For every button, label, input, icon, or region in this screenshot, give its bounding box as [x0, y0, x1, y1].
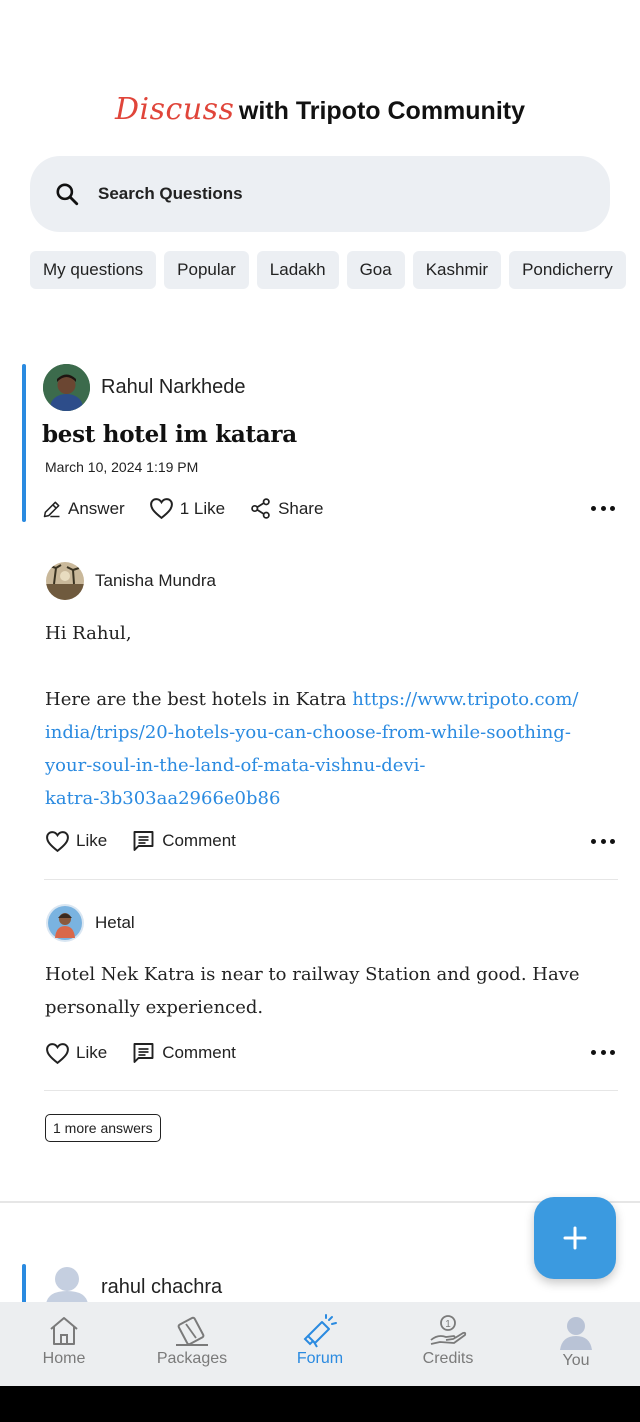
question-accent-bar — [22, 364, 26, 522]
nav-credits-label: Credits — [422, 1350, 474, 1367]
chip-popular[interactable]: Popular — [164, 251, 249, 289]
comment-label: Comment — [162, 831, 236, 850]
chip-ladakh[interactable]: Ladakh — [256, 251, 339, 289]
more-options-icon[interactable] — [591, 1049, 615, 1057]
question-actions: Answer 1 Like Share — [42, 497, 347, 520]
default-user-icon — [46, 1267, 88, 1304]
nav-credits[interactable]: 1 Credits — [384, 1302, 512, 1386]
comment-icon — [133, 1043, 154, 1063]
heart-icon — [149, 498, 173, 520]
avatar-photo — [46, 904, 84, 942]
nav-packages[interactable]: Packages — [128, 1302, 256, 1386]
avatar[interactable] — [44, 1264, 90, 1304]
system-navigation-bar — [0, 1386, 640, 1422]
answer-actions: Like Comment — [45, 1041, 260, 1065]
answer-author[interactable]: Tanisha Mundra — [95, 571, 216, 591]
comment-button[interactable]: Comment — [131, 1041, 236, 1065]
nav-forum-label: Forum — [296, 1350, 344, 1367]
topic-chips: My questions Popular Ladakh Goa Kashmir … — [30, 251, 640, 289]
comment-button[interactable]: Comment — [131, 829, 236, 853]
divider — [44, 879, 618, 880]
nav-you[interactable]: You — [512, 1302, 640, 1386]
question-date: March 10, 2024 1:19 PM — [45, 459, 199, 475]
nav-home-label: Home — [42, 1350, 86, 1367]
like-label: Like — [76, 1043, 108, 1062]
add-question-button[interactable] — [534, 1197, 616, 1279]
answer-text-prefix: Here are the best hotels in Katra — [45, 689, 353, 710]
answer-button[interactable]: Answer — [42, 499, 125, 519]
discuss-logo-text: Discuss — [114, 92, 235, 127]
chip-goa[interactable]: Goa — [346, 251, 405, 289]
avatar-photo — [46, 562, 84, 600]
plus-icon — [563, 1226, 587, 1250]
like-label: Like — [76, 831, 108, 850]
question-author[interactable]: Rahul Narkhede — [101, 376, 246, 399]
nav-you-label: You — [562, 1352, 590, 1369]
chip-pondicherry[interactable]: Pondicherry — [509, 251, 626, 289]
question-author[interactable]: rahul chachra — [101, 1276, 222, 1299]
answer-actions: Like Comment — [45, 829, 260, 853]
page-title: Discuss with Tripoto Community — [0, 92, 640, 127]
svg-text:1: 1 — [445, 1319, 451, 1330]
question-accent-bar — [22, 1264, 26, 1304]
more-answers-button[interactable]: 1 more answers — [45, 1114, 161, 1142]
answer-text: Here are the best hotels in Katra https:… — [45, 683, 605, 815]
avatar[interactable] — [46, 904, 84, 942]
comment-icon — [133, 831, 154, 851]
packages-icon — [176, 1316, 208, 1346]
credits-icon: 1 — [430, 1315, 467, 1345]
more-options-icon[interactable] — [591, 505, 615, 513]
nav-home[interactable]: Home — [0, 1302, 128, 1386]
search-icon — [56, 183, 79, 206]
answer-greeting: Hi Rahul, — [45, 623, 132, 644]
divider — [44, 1090, 618, 1091]
question-title[interactable]: best hotel im katara — [42, 421, 297, 448]
search-bar[interactable]: Search Questions — [30, 156, 610, 232]
pencil-icon — [43, 501, 60, 517]
answer-text: Hotel Nek Katra is near to railway Stati… — [45, 964, 580, 1018]
comment-label: Comment — [162, 1043, 236, 1062]
more-options-icon[interactable] — [591, 838, 615, 846]
search-placeholder: Search Questions — [98, 184, 243, 203]
forum-megaphone-icon — [303, 1314, 337, 1348]
heart-icon — [46, 1042, 69, 1064]
chip-kashmir[interactable]: Kashmir — [412, 251, 502, 289]
like-button[interactable]: Like — [45, 830, 107, 853]
heart-icon — [46, 830, 69, 852]
answer-label: Answer — [68, 498, 125, 518]
share-label: Share — [278, 498, 324, 518]
avatar[interactable] — [46, 562, 84, 600]
page-title-text: with Tripoto Community — [238, 97, 525, 125]
bottom-navigation: Home Packages Forum 1 Credits You — [0, 1302, 640, 1386]
like-button[interactable]: 1 Like — [149, 497, 225, 520]
nav-packages-label: Packages — [156, 1350, 228, 1367]
chip-my-questions[interactable]: My questions — [30, 251, 157, 289]
like-button[interactable]: Like — [45, 1042, 107, 1065]
answer-body: Hi Rahul, Here are the best hotels in Ka… — [45, 617, 605, 815]
share-button[interactable]: Share — [249, 497, 323, 520]
like-count-label: 1 Like — [179, 498, 226, 518]
user-icon — [560, 1317, 592, 1350]
nav-forum[interactable]: Forum — [256, 1302, 384, 1386]
avatar[interactable] — [43, 364, 90, 411]
share-icon — [251, 498, 270, 519]
home-icon — [50, 1317, 78, 1345]
answer-author[interactable]: Hetal — [95, 913, 135, 933]
avatar-photo — [43, 364, 90, 411]
